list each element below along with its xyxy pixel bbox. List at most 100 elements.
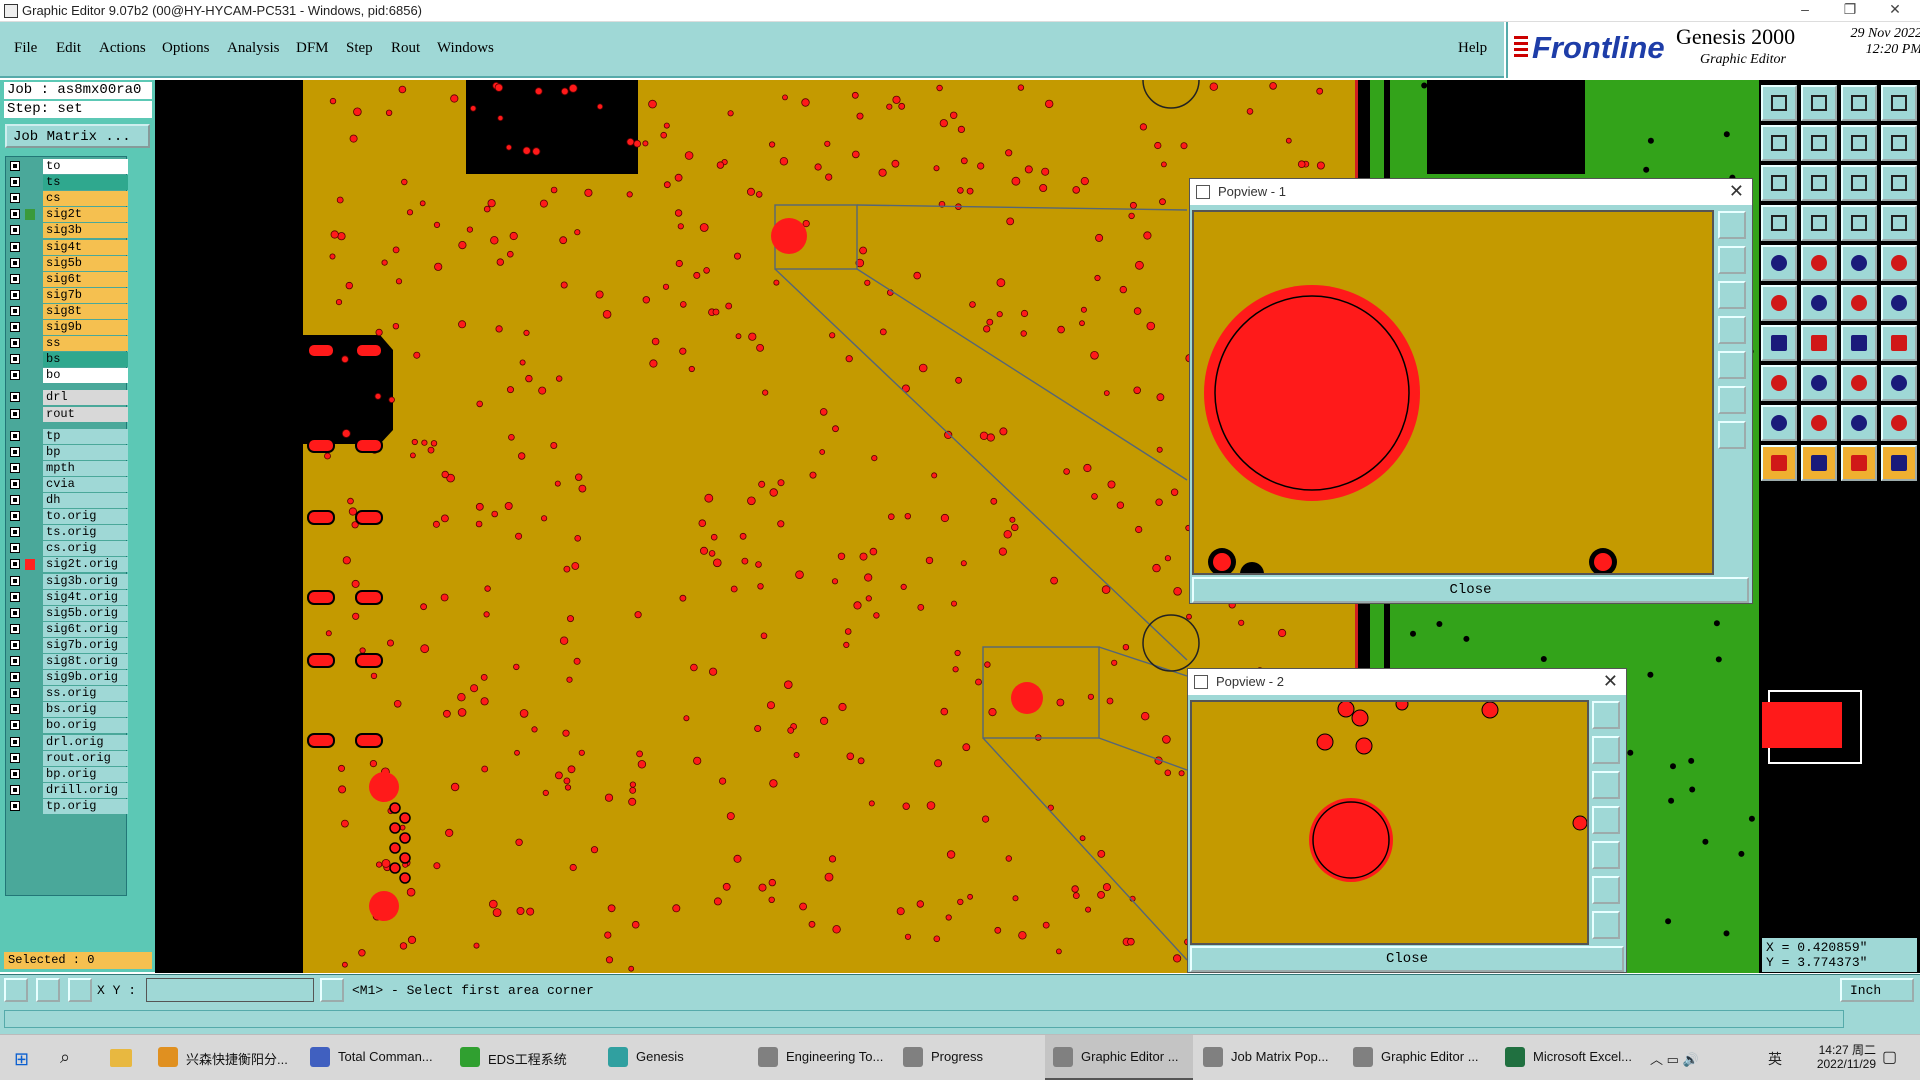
- layer-row[interactable]: sig4t: [6, 239, 128, 255]
- tool-button-0-0[interactable]: [1761, 85, 1797, 121]
- taskbar-item[interactable]: 兴森快捷衡阳分...: [150, 1035, 298, 1080]
- tool-button-3-0[interactable]: [1761, 205, 1797, 241]
- layer-row[interactable]: sig2t.orig: [6, 557, 128, 573]
- layer-row[interactable]: sig3b: [6, 223, 128, 239]
- layer-row[interactable]: tp: [6, 428, 128, 444]
- layer-checkbox[interactable]: [10, 161, 20, 171]
- layer-affected-marker[interactable]: [25, 370, 35, 381]
- layer-affected-marker[interactable]: [25, 431, 35, 442]
- close-window-button[interactable]: ✕: [1880, 1, 1910, 18]
- layer-affected-marker[interactable]: [25, 225, 35, 236]
- layer-checkbox[interactable]: [10, 543, 20, 554]
- close-icon[interactable]: ✕: [1729, 181, 1744, 202]
- tool-button-5-2[interactable]: [1841, 285, 1877, 321]
- taskbar-item[interactable]: EDS工程系统: [452, 1035, 598, 1080]
- layer-row[interactable]: sig2t: [6, 207, 128, 223]
- layer-row[interactable]: drill.orig: [6, 782, 128, 798]
- layer-checkbox[interactable]: [10, 478, 20, 489]
- input-language[interactable]: 英: [1768, 1049, 1782, 1069]
- layer-row[interactable]: tp.orig: [6, 798, 128, 814]
- tool-button-5-3[interactable]: [1881, 285, 1917, 321]
- tool-button-7-1[interactable]: [1801, 365, 1837, 401]
- layer-affected-marker[interactable]: [25, 769, 35, 780]
- layer-name[interactable]: ss: [43, 336, 128, 352]
- layer-affected-marker[interactable]: [25, 543, 35, 554]
- tool-button-0-1[interactable]: [1801, 85, 1837, 121]
- layer-affected-marker[interactable]: [25, 559, 35, 571]
- layer-row[interactable]: sig5b.orig: [6, 605, 128, 621]
- layer-checkbox[interactable]: [10, 768, 20, 779]
- layer-affected-marker[interactable]: [25, 274, 35, 285]
- tool-button-7-2[interactable]: [1841, 365, 1877, 401]
- layer-affected-marker[interactable]: [25, 290, 35, 301]
- layer-checkbox[interactable]: [10, 462, 20, 473]
- layer-affected-marker[interactable]: [25, 354, 35, 365]
- layer-row[interactable]: sig3b.orig: [6, 573, 128, 589]
- taskbar-item[interactable]: Graphic Editor ...: [1345, 1035, 1493, 1080]
- tool-button-3-2[interactable]: [1841, 205, 1877, 241]
- tool-button-2-1[interactable]: [1801, 165, 1837, 201]
- tool-button-8-1[interactable]: [1801, 405, 1837, 441]
- layer-row[interactable]: cvia: [6, 476, 128, 492]
- layer-affected-marker[interactable]: [25, 592, 35, 603]
- layer-name[interactable]: sig8t.orig: [43, 654, 128, 669]
- layer-row[interactable]: drl.orig: [6, 734, 128, 750]
- layer-affected-marker[interactable]: [25, 463, 35, 474]
- popview-2-close-button[interactable]: Close: [1190, 946, 1624, 972]
- layer-name[interactable]: bp.orig: [43, 766, 128, 782]
- layer-affected-marker[interactable]: [25, 161, 35, 172]
- layer-affected-marker[interactable]: [25, 193, 35, 204]
- layer-affected-marker[interactable]: [25, 672, 35, 683]
- tool-button-3-3[interactable]: [1881, 205, 1917, 241]
- layer-row[interactable]: sig4t.orig: [6, 589, 128, 605]
- popview-tool-button[interactable]: [1718, 211, 1746, 239]
- layer-row[interactable]: sig9b: [6, 320, 128, 335]
- start-windows-icon[interactable]: ⊞: [14, 1049, 29, 1070]
- layer-name[interactable]: sig5b.orig: [43, 605, 128, 621]
- tool-button-2-3[interactable]: [1881, 165, 1917, 201]
- popview-1-view[interactable]: [1192, 210, 1714, 575]
- layer-name[interactable]: bp: [43, 444, 128, 460]
- layer-row[interactable]: sig8t: [6, 303, 128, 319]
- popview-tool-button[interactable]: [1718, 386, 1746, 414]
- layer-checkbox[interactable]: [10, 752, 20, 763]
- popview-tool-button[interactable]: [1718, 421, 1746, 449]
- layer-checkbox[interactable]: [10, 241, 20, 252]
- layer-checkbox[interactable]: [10, 273, 20, 284]
- layer-checkbox[interactable]: [10, 736, 20, 747]
- snap-icon[interactable]: [4, 978, 28, 1002]
- layer-name[interactable]: sig2t.orig: [43, 557, 128, 573]
- taskbar-item[interactable]: Microsoft Excel...: [1497, 1035, 1647, 1080]
- layer-name[interactable]: ss.orig: [43, 686, 128, 702]
- job-matrix-button[interactable]: Job Matrix ...: [5, 124, 150, 148]
- layer-affected-marker[interactable]: [25, 392, 35, 403]
- layer-affected-marker[interactable]: [25, 688, 35, 699]
- layer-affected-marker[interactable]: [25, 737, 35, 748]
- layer-affected-marker[interactable]: [25, 511, 35, 522]
- layer-name[interactable]: sig8t: [43, 303, 128, 319]
- layer-affected-marker[interactable]: [25, 495, 35, 506]
- layer-name[interactable]: sig3b: [43, 223, 128, 239]
- layer-name[interactable]: mpth: [43, 460, 128, 476]
- layer-row[interactable]: cs.orig: [6, 541, 128, 557]
- popview-tool-button[interactable]: [1718, 351, 1746, 379]
- layer-name[interactable]: cvia: [43, 476, 128, 492]
- layer-name[interactable]: drl: [43, 390, 128, 406]
- popview-tool-button[interactable]: [1592, 806, 1620, 834]
- layer-checkbox[interactable]: [10, 607, 20, 618]
- menu-analysis[interactable]: Analysis: [227, 40, 280, 57]
- tool-button-1-0[interactable]: [1761, 125, 1797, 161]
- popview-tool-button[interactable]: [1592, 841, 1620, 869]
- layer-checkbox[interactable]: [10, 656, 20, 666]
- layer-name[interactable]: rout: [43, 406, 128, 422]
- layer-name[interactable]: sig6t.orig: [43, 621, 128, 637]
- layer-row[interactable]: ss.orig: [6, 686, 128, 702]
- tool-button-8-0[interactable]: [1761, 405, 1797, 441]
- menu-dfm[interactable]: DFM: [296, 40, 329, 57]
- layer-checkbox[interactable]: [10, 591, 20, 602]
- popview-tool-button[interactable]: [1718, 281, 1746, 309]
- tool-button-8-3[interactable]: [1881, 405, 1917, 441]
- xy-input[interactable]: [146, 978, 314, 1002]
- layer-name[interactable]: sig4t.orig: [43, 589, 128, 605]
- layer-checkbox[interactable]: [10, 527, 20, 538]
